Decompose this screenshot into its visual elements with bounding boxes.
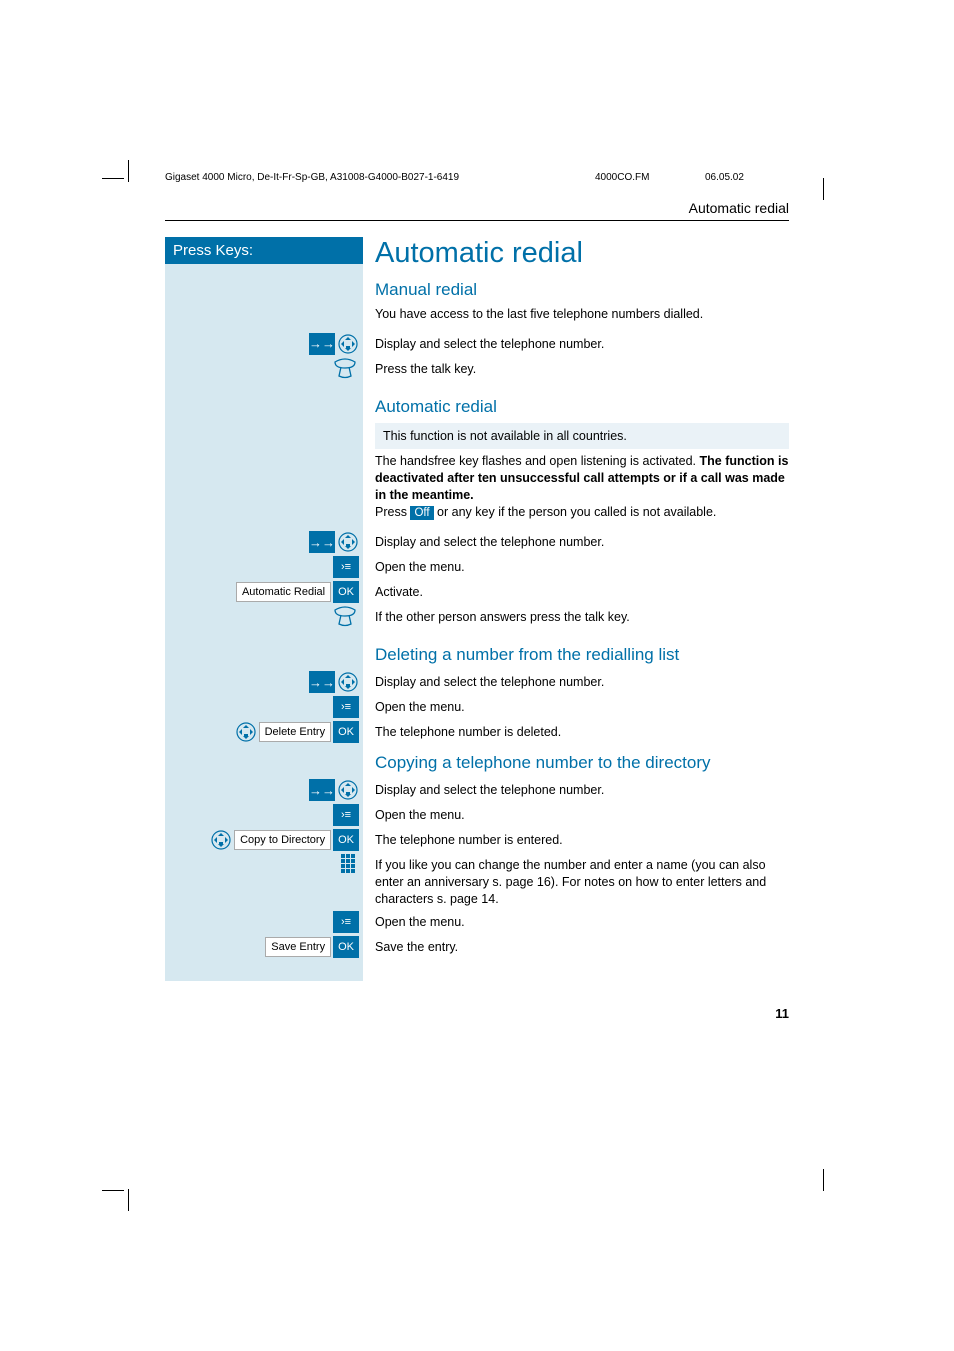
section-auto-heading: Automatic redial: [375, 397, 789, 417]
step-row: Automatic Redial OK Activate.: [165, 581, 789, 603]
talk-key-icon: [331, 606, 359, 635]
menu-icon: ›≡: [333, 696, 359, 718]
menu-icon: ›≡: [333, 556, 359, 578]
page-content: Automatic redial Press Keys: Automatic r…: [165, 200, 789, 981]
nav-disc-icon: [337, 779, 359, 801]
section-delete-heading: Deleting a number from the redialling li…: [375, 645, 789, 665]
auto-body-post: or any key if the person you called is n…: [434, 505, 717, 519]
redial-arrow-icon: →→: [309, 531, 335, 553]
step-text: Display and select the telephone number.: [363, 671, 789, 691]
step-text: Save the entry.: [363, 936, 789, 956]
step-text: If the other person answers press the ta…: [363, 606, 789, 626]
step-row: ›≡ Open the menu.: [165, 696, 789, 718]
step-row: ›≡ Open the menu.: [165, 556, 789, 578]
menu-item-automatic-redial: Automatic Redial: [236, 582, 331, 602]
step-text: Open the menu.: [363, 696, 789, 716]
redial-arrow-icon: →→: [309, 779, 335, 801]
nav-disc-icon: [210, 829, 232, 851]
nav-disc-icon: [337, 671, 359, 693]
step-text: Open the menu.: [363, 911, 789, 931]
menu-item-save-entry: Save Entry: [265, 937, 331, 957]
auto-body-pre: The handsfree key flashes and open liste…: [375, 454, 700, 468]
step-text: Activate.: [363, 581, 789, 601]
off-pill: Off: [410, 506, 433, 520]
step-text: The telephone number is deleted.: [363, 721, 789, 741]
step-row: Save Entry OK Save the entry.: [165, 936, 789, 958]
ok-button: OK: [333, 581, 359, 603]
step-text: Display and select the telephone number.: [363, 531, 789, 551]
redial-arrow-icon: →→: [309, 333, 335, 355]
step-text: Open the menu.: [363, 556, 789, 576]
section-copy-heading: Copying a telephone number to the direct…: [375, 753, 789, 773]
nav-disc-icon: [337, 333, 359, 355]
menu-item-delete-entry: Delete Entry: [259, 722, 332, 742]
crop-mark: [128, 1189, 129, 1211]
step-text: If you like you can change the number an…: [363, 854, 789, 908]
step-row: If the other person answers press the ta…: [165, 606, 789, 635]
crop-mark: [102, 1190, 124, 1191]
crop-mark: [823, 178, 824, 200]
auto-note: This function is not available in all co…: [375, 423, 789, 449]
menu-icon: ›≡: [333, 911, 359, 933]
step-row: ›≡ Open the menu.: [165, 911, 789, 933]
header-doc-id: Gigaset 4000 Micro, De-It-Fr-Sp-GB, A310…: [165, 172, 459, 183]
manual-intro: You have access to the last five telepho…: [375, 306, 789, 323]
step-text: Open the menu.: [363, 804, 789, 824]
menu-icon: ›≡: [333, 804, 359, 826]
nav-disc-icon: [235, 721, 257, 743]
step-row: Delete Entry OK The telephone number is …: [165, 721, 789, 743]
crop-mark: [128, 160, 129, 182]
step-text: Display and select the telephone number.: [363, 333, 789, 353]
ok-button: OK: [333, 936, 359, 958]
ok-button: OK: [333, 721, 359, 743]
step-text: Press the talk key.: [363, 358, 789, 378]
step-text: The telephone number is entered.: [363, 829, 789, 849]
page-number: 11: [775, 1006, 789, 1021]
step-row: →→ Display and select the telephone numb…: [165, 531, 789, 553]
running-head: Automatic redial: [165, 200, 789, 221]
header-file: 4000CO.FM: [595, 172, 649, 183]
redial-arrow-icon: →→: [309, 671, 335, 693]
step-row: →→ Display and select the telephone numb…: [165, 333, 789, 355]
auto-body-post-pre: Press: [375, 505, 410, 519]
step-row: If you like you can change the number an…: [165, 854, 789, 908]
crop-mark: [823, 1169, 824, 1191]
keypad-icon: [341, 854, 359, 873]
talk-key-icon: [331, 358, 359, 387]
step-row: Copy to Directory OK The telephone numbe…: [165, 829, 789, 851]
step-row: →→ Display and select the telephone numb…: [165, 779, 789, 801]
ok-button: OK: [333, 829, 359, 851]
page-title: Automatic redial: [375, 237, 789, 270]
step-row: ›≡ Open the menu.: [165, 804, 789, 826]
step-row: →→ Display and select the telephone numb…: [165, 671, 789, 693]
menu-item-copy-to-directory: Copy to Directory: [234, 830, 331, 850]
crop-mark: [102, 178, 124, 179]
nav-disc-icon: [337, 531, 359, 553]
step-row: Press the talk key.: [165, 358, 789, 387]
step-text: Display and select the telephone number.: [363, 779, 789, 799]
auto-body: The handsfree key flashes and open liste…: [375, 453, 789, 521]
header-date: 06.05.02: [705, 172, 744, 183]
section-manual-heading: Manual redial: [375, 280, 789, 300]
